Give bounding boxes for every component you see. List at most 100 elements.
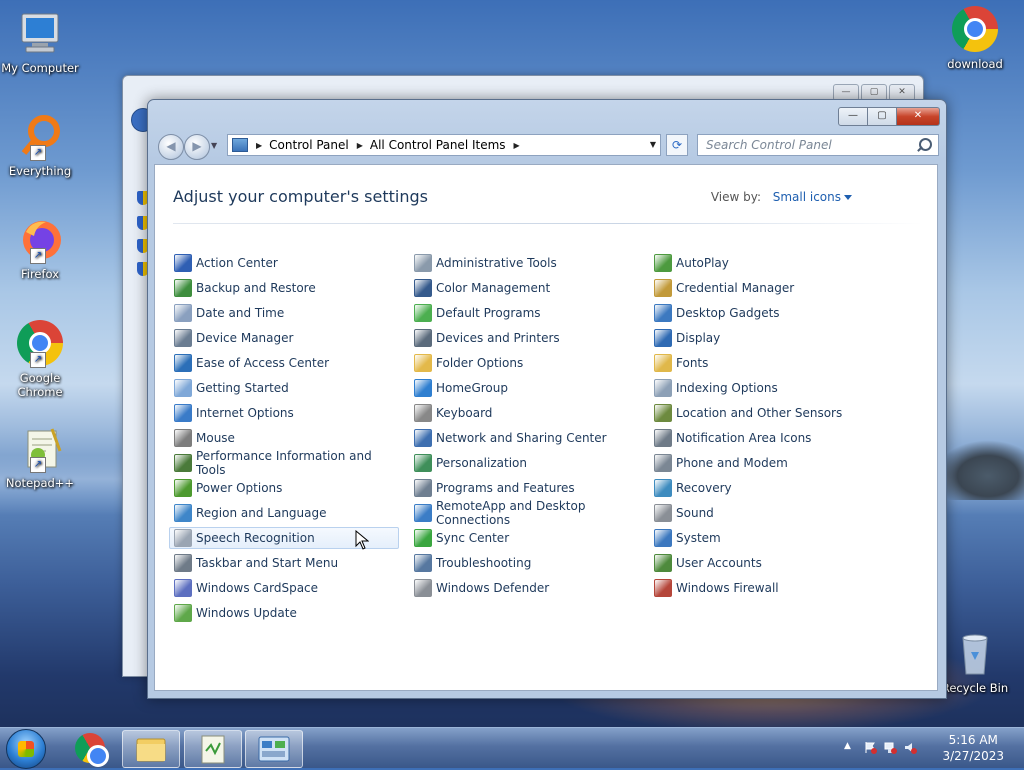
cp-item-device-manager[interactable]: Device Manager <box>169 327 399 349</box>
cp-item-user-accounts[interactable]: User Accounts <box>649 552 879 574</box>
recycle-bin-icon <box>951 630 999 678</box>
cp-item-programs-and-features[interactable]: Programs and Features <box>409 477 639 499</box>
start-button[interactable] <box>6 729 46 769</box>
clock[interactable]: 5:16 AM 3/27/2023 <box>942 732 1004 764</box>
desktop-icon-google-chrome[interactable]: ↗ Google Chrome <box>0 320 80 399</box>
cp-item-desktop-gadgets[interactable]: Desktop Gadgets <box>649 302 879 324</box>
network-icon[interactable] <box>884 741 897 754</box>
cp-item-ease-of-access-center[interactable]: Ease of Access Center <box>169 352 399 374</box>
breadcrumb-arrow-icon[interactable]: ▶ <box>256 141 262 150</box>
cp-item-remoteapp-and-desktop-connections[interactable]: RemoteApp and Desktop Connections <box>409 499 639 527</box>
cp-item-credential-manager[interactable]: Credential Manager <box>649 277 879 299</box>
search-input[interactable]: Search Control Panel <box>697 134 939 156</box>
cp-item-windows-update[interactable]: Windows Update <box>169 602 399 624</box>
cp-item-power-options[interactable]: Power Options <box>169 477 399 499</box>
minimize-button[interactable]: — <box>838 107 868 126</box>
cp-item-sync-center[interactable]: Sync Center <box>409 527 639 549</box>
cp-item-getting-started[interactable]: Getting Started <box>169 377 399 399</box>
breadcrumb-control-panel[interactable]: Control Panel <box>269 138 349 152</box>
maximize-button[interactable]: ▢ <box>868 107 897 126</box>
cp-item-action-center[interactable]: Action Center <box>169 252 399 274</box>
breadcrumb-arrow-icon[interactable]: ▶ <box>357 141 363 150</box>
cp-item-label: Display <box>676 331 721 345</box>
cp-item-fonts[interactable]: Fonts <box>649 352 879 374</box>
show-hidden-icons-chevron-up-icon[interactable]: ▲ <box>844 741 857 754</box>
system-tray: ▲ 5:16 AM 3/27/2023 <box>834 728 1024 768</box>
desktop-icon-recycle-bin[interactable]: Recycle Bin <box>935 630 1015 695</box>
cp-item-administrative-tools[interactable]: Administrative Tools <box>409 252 639 274</box>
taskbar-chrome-button[interactable] <box>62 730 118 767</box>
divider <box>173 223 923 224</box>
cp-item-personalization[interactable]: Personalization <box>409 452 639 474</box>
view-by-dropdown[interactable]: Small icons <box>773 190 841 204</box>
cp-item-region-and-language[interactable]: Region and Language <box>169 502 399 524</box>
cp-item-color-management[interactable]: Color Management <box>409 277 639 299</box>
chrome-icon: ↗ <box>16 320 64 368</box>
back-button[interactable]: ◀ <box>158 134 184 160</box>
cp-item-label: Fonts <box>676 356 709 370</box>
cp-item-autoplay[interactable]: AutoPlay <box>649 252 879 274</box>
desktop-icon-notepadpp[interactable]: ↗ Notepad++ <box>0 425 80 490</box>
address-history-chevron-down-icon[interactable]: ▼ <box>650 140 656 149</box>
clock-date: 3/27/2023 <box>942 749 1004 763</box>
cp-item-folder-options[interactable]: Folder Options <box>409 352 639 374</box>
cp-item-label: Administrative Tools <box>436 256 557 270</box>
navigation-bar: ◀ ▶ ▼ ▶ Control Panel ▶ All Control Pane… <box>156 134 939 160</box>
cp-item-default-programs[interactable]: Default Programs <box>409 302 639 324</box>
desktop-icon-download[interactable]: download <box>935 6 1015 71</box>
folder-icon <box>136 738 166 762</box>
cp-item-homegroup[interactable]: HomeGroup <box>409 377 639 399</box>
firefox-icon: ↗ <box>16 216 64 264</box>
cp-item-backup-and-restore[interactable]: Backup and Restore <box>169 277 399 299</box>
search-icon[interactable] <box>919 138 932 151</box>
cp-item-recovery[interactable]: Recovery <box>649 477 879 499</box>
cp-item-label: Location and Other Sensors <box>676 406 843 420</box>
cp-item-mouse[interactable]: Mouse <box>169 427 399 449</box>
desktop-icon-firefox[interactable]: ↗ Firefox <box>0 216 80 281</box>
control-panel-window[interactable]: — ▢ ✕ ◀ ▶ ▼ ▶ Control Panel ▶ All Contro… <box>147 99 947 699</box>
cp-item-taskbar-and-start-menu[interactable]: Taskbar and Start Menu <box>169 552 399 574</box>
cp-item-network-and-sharing-center[interactable]: Network and Sharing Center <box>409 427 639 449</box>
cp-item-indexing-options[interactable]: Indexing Options <box>649 377 879 399</box>
address-bar[interactable]: ▶ Control Panel ▶ All Control Panel Item… <box>227 134 661 156</box>
cp-item-windows-defender[interactable]: Windows Defender <box>409 577 639 599</box>
taskbar-control-panel-button[interactable] <box>245 730 303 768</box>
chevron-down-icon[interactable] <box>844 195 852 200</box>
volume-muted-icon[interactable] <box>904 741 917 754</box>
breadcrumb-all-items[interactable]: All Control Panel Items <box>370 138 506 152</box>
action-center-flag-icon[interactable] <box>864 741 877 754</box>
desktop-icon-everything[interactable]: ↗ Everything <box>0 113 80 178</box>
recovery-icon <box>654 479 672 497</box>
cp-item-label: RemoteApp and Desktop Connections <box>436 499 586 527</box>
forward-button[interactable]: ▶ <box>184 134 210 160</box>
color-management-icon <box>414 279 432 297</box>
cp-item-display[interactable]: Display <box>649 327 879 349</box>
cp-item-notification-area-icons[interactable]: Notification Area Icons <box>649 427 879 449</box>
chrome-icon <box>75 733 109 767</box>
desktop-icon-my-computer[interactable]: My Computer <box>0 10 80 75</box>
taskbar-notepadpp-button[interactable] <box>184 730 242 768</box>
cp-item-system[interactable]: System <box>649 527 879 549</box>
action-center-icon <box>174 254 192 272</box>
taskbar-explorer-button[interactable] <box>122 730 180 768</box>
cp-item-label: Folder Options <box>436 356 524 370</box>
recent-pages-chevron-down-icon[interactable]: ▼ <box>211 141 217 150</box>
cp-item-performance-information-and-tools[interactable]: Performance Information and Tools <box>169 449 399 477</box>
cp-item-label: Devices and Printers <box>436 331 560 345</box>
cp-item-keyboard[interactable]: Keyboard <box>409 402 639 424</box>
sync-center-icon <box>414 529 432 547</box>
cp-item-sound[interactable]: Sound <box>649 502 879 524</box>
cp-item-date-and-time[interactable]: Date and Time <box>169 302 399 324</box>
cp-item-windows-cardspace[interactable]: Windows CardSpace <box>169 577 399 599</box>
close-button[interactable]: ✕ <box>897 107 940 126</box>
cp-item-devices-and-printers[interactable]: Devices and Printers <box>409 327 639 349</box>
cp-item-location-and-other-sensors[interactable]: Location and Other Sensors <box>649 402 879 424</box>
cp-item-troubleshooting[interactable]: Troubleshooting <box>409 552 639 574</box>
cp-item-label: Action Center <box>196 256 278 270</box>
refresh-button[interactable]: ⟳ <box>666 134 688 156</box>
cp-item-label: Device Manager <box>196 331 294 345</box>
cp-item-windows-firewall[interactable]: Windows Firewall <box>649 577 879 599</box>
cp-item-internet-options[interactable]: Internet Options <box>169 402 399 424</box>
cp-item-phone-and-modem[interactable]: Phone and Modem <box>649 452 879 474</box>
breadcrumb-arrow-icon[interactable]: ▶ <box>514 141 520 150</box>
